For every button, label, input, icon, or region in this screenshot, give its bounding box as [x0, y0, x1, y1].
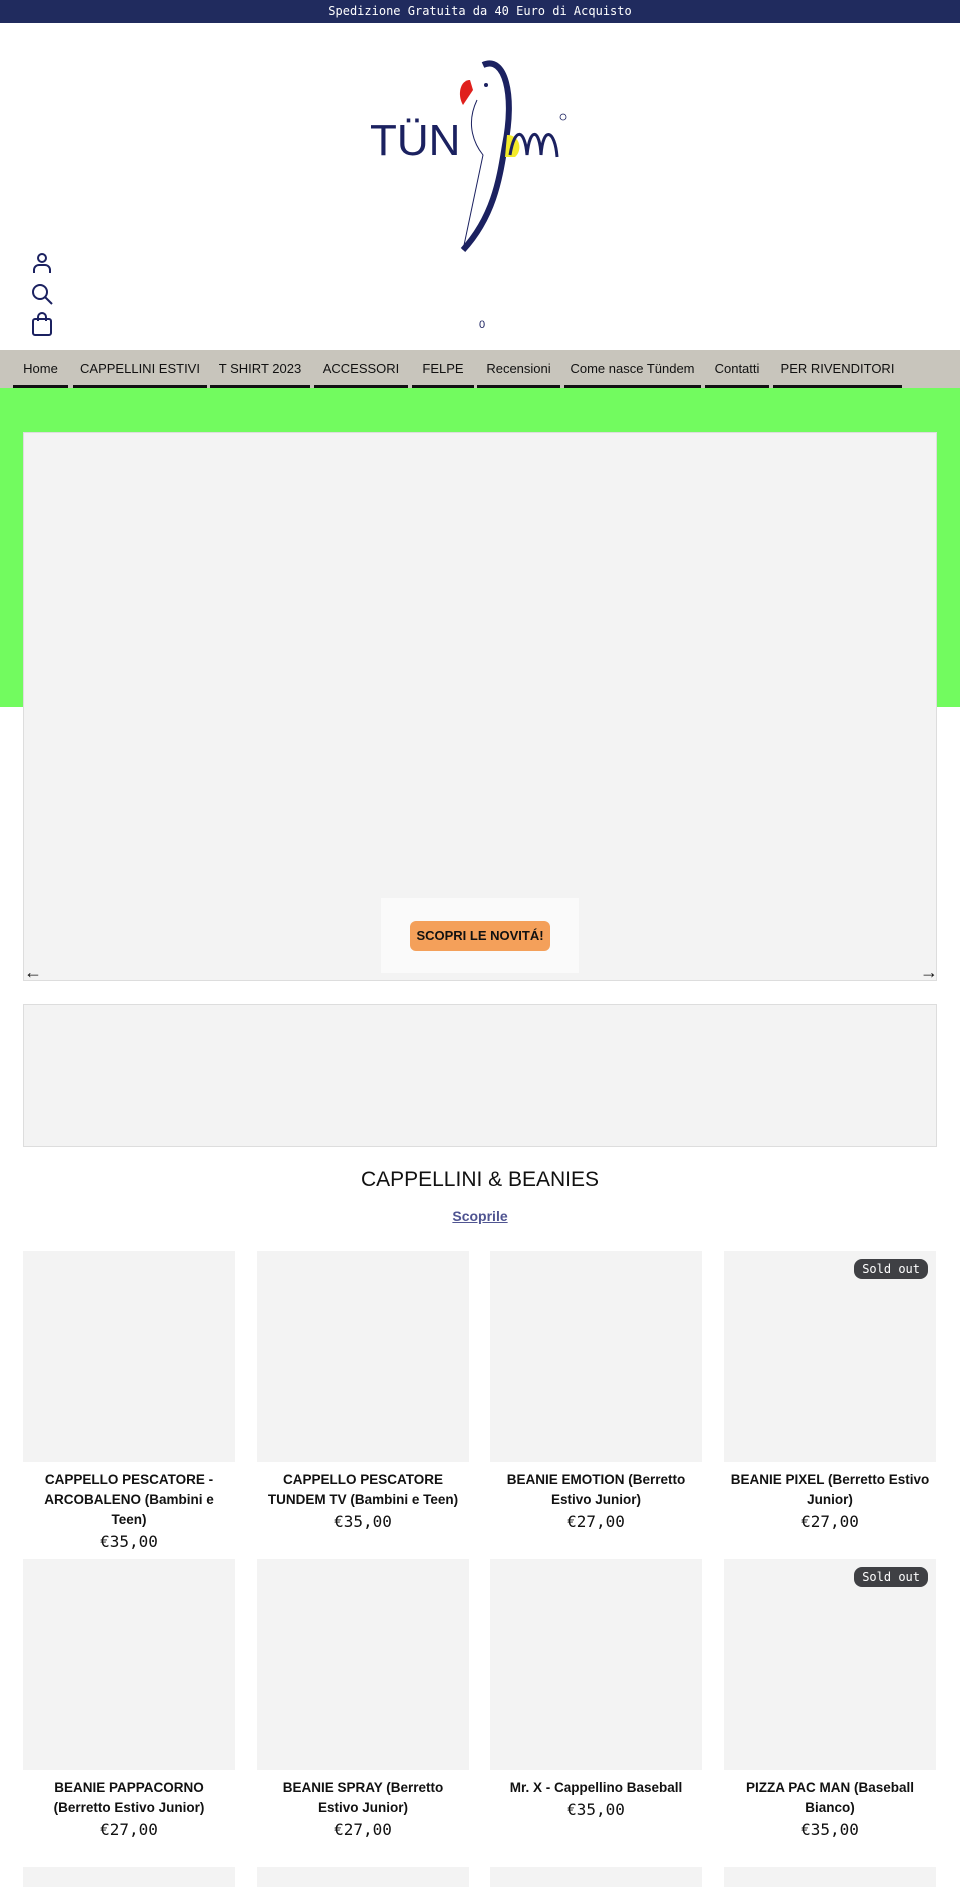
cart-icon[interactable]: [30, 312, 54, 336]
product-image[interactable]: [490, 1559, 702, 1770]
product-image[interactable]: [490, 1867, 702, 1887]
nav-item-tshirt-2023[interactable]: T SHIRT 2023: [210, 350, 310, 388]
product-image[interactable]: [23, 1867, 235, 1887]
product-price: €35,00: [567, 1800, 625, 1819]
product-name[interactable]: BEANIE PAPPACORNO (Berretto Estivo Junio…: [23, 1778, 235, 1818]
product-image[interactable]: [257, 1867, 469, 1887]
nav-item-come-nasce[interactable]: Come nasce Tündem: [564, 350, 701, 388]
svg-text:TÜN: TÜN: [370, 116, 460, 165]
discover-button[interactable]: SCOPRI LE NOVITÁ!: [410, 921, 550, 951]
cart-count: 0: [479, 319, 486, 331]
product-price: €35,00: [100, 1532, 158, 1551]
nav-item-contatti[interactable]: Contatti: [705, 350, 769, 388]
nav-item-cappellini-estivi[interactable]: CAPPELLINI ESTIVI: [73, 350, 207, 388]
product-price: €35,00: [801, 1820, 859, 1839]
product-card[interactable]: Mr. X - Cappellino Baseball €35,00: [490, 1559, 702, 1819]
sold-out-badge: Sold out: [854, 1567, 928, 1587]
collection-link[interactable]: Scoprile: [0, 1208, 960, 1224]
arrow-left-icon[interactable]: ←: [24, 962, 42, 983]
collection-title: CAPPELLINI & BEANIES: [360, 1168, 600, 1191]
product-image[interactable]: [257, 1559, 469, 1770]
main-nav: Home CAPPELLINI ESTIVI T SHIRT 2023 ACCE…: [0, 350, 960, 388]
product-price: €27,00: [801, 1512, 859, 1531]
product-card[interactable]: Sold out PIZZA PAC MAN (Baseball Bianco) €…: [724, 1559, 936, 1839]
account-icon[interactable]: [30, 251, 54, 275]
search-icon[interactable]: [30, 282, 54, 306]
product-name[interactable]: Mr. X - Cappellino Baseball: [490, 1778, 702, 1798]
product-price: €35,00: [334, 1512, 392, 1531]
logo[interactable]: TÜN: [365, 55, 585, 255]
product-price: €27,00: [100, 1820, 158, 1839]
arrow-right-icon[interactable]: →: [920, 962, 938, 983]
nav-item-accessori[interactable]: ACCESSORI: [314, 350, 408, 388]
product-card[interactable]: BEANIE EMOTION (Berretto Estivo Junior) €…: [490, 1251, 702, 1531]
product-card[interactable]: BEANIE SPRAY (Berretto Estivo Junior) €27…: [257, 1559, 469, 1839]
nav-item-felpe[interactable]: FELPE: [412, 350, 474, 388]
product-image[interactable]: Sold out: [724, 1251, 936, 1462]
product-image[interactable]: [724, 1867, 936, 1887]
product-card[interactable]: Sold out BEANIE PIXEL (Berretto Estivo Ju…: [724, 1251, 936, 1531]
nav-item-recensioni[interactable]: Recensioni: [477, 350, 560, 388]
product-price: €27,00: [567, 1512, 625, 1531]
product-card[interactable]: CAPPELLO PESCATORE TUNDEM TV (Bambini e …: [257, 1251, 469, 1531]
announcement-bar: Spedizione Gratuita da 40 Euro di Acquis…: [0, 0, 960, 23]
product-name[interactable]: CAPPELLO PESCATORE TUNDEM TV (Bambini e …: [257, 1470, 469, 1510]
banner-placeholder: [23, 1004, 937, 1147]
product-image[interactable]: [257, 1251, 469, 1462]
product-name[interactable]: PIZZA PAC MAN (Baseball Bianco): [724, 1778, 936, 1818]
product-image[interactable]: [23, 1251, 235, 1462]
sold-out-badge: Sold out: [854, 1259, 928, 1279]
product-image[interactable]: [23, 1559, 235, 1770]
product-name[interactable]: BEANIE EMOTION (Berretto Estivo Junior): [490, 1470, 702, 1510]
product-name[interactable]: BEANIE SPRAY (Berretto Estivo Junior): [257, 1778, 469, 1818]
nav-item-per-rivenditori[interactable]: PER RIVENDITORI: [773, 350, 902, 388]
product-card[interactable]: CAPPELLO PESCATORE - ARCOBALENO (Bambini…: [23, 1251, 235, 1551]
product-image[interactable]: [490, 1251, 702, 1462]
product-card[interactable]: BEANIE PAPPACORNO (Berretto Estivo Junio…: [23, 1559, 235, 1839]
product-price: €27,00: [334, 1820, 392, 1839]
nav-item-home[interactable]: Home: [13, 350, 68, 388]
product-name[interactable]: CAPPELLO PESCATORE - ARCOBALENO (Bambini…: [23, 1470, 235, 1530]
product-name[interactable]: BEANIE PIXEL (Berretto Estivo Junior): [724, 1470, 936, 1510]
product-image[interactable]: Sold out: [724, 1559, 936, 1770]
